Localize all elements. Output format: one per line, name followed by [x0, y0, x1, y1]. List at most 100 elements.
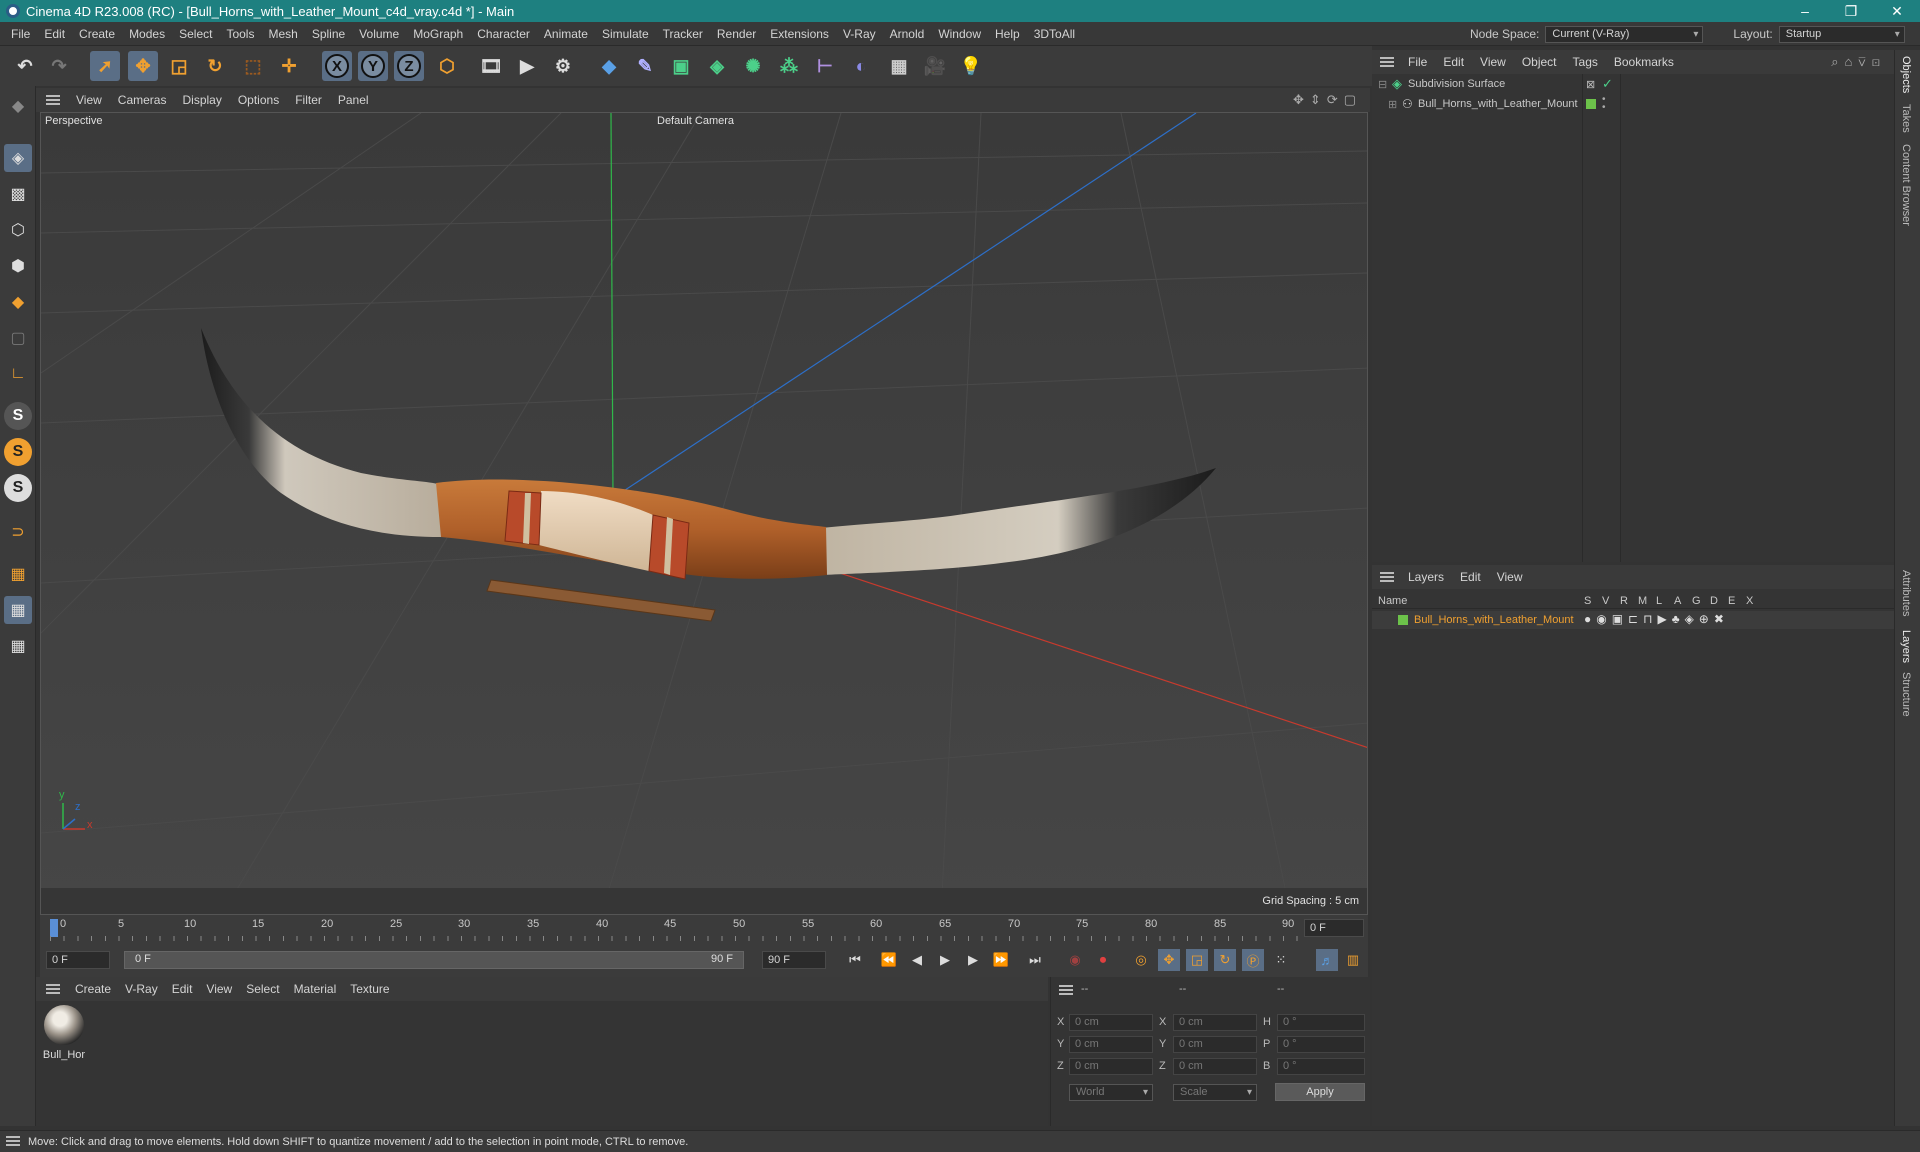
menu-tools[interactable]: Tools	[219, 27, 261, 41]
tab-objects[interactable]: Objects	[1900, 56, 1912, 93]
layer-menu-edit[interactable]: Edit	[1452, 570, 1489, 584]
object-menu-bookmarks[interactable]: Bookmarks	[1606, 55, 1682, 69]
layout-dropdown[interactable]: Startup	[1778, 25, 1905, 43]
material-menu-texture[interactable]: Texture	[343, 982, 396, 996]
z-axis-icon[interactable]: Z	[394, 51, 424, 81]
menu-modes[interactable]: Modes	[122, 27, 172, 41]
select-icon[interactable]: ➚	[90, 51, 120, 81]
visibility-dots-icon[interactable]: • •	[1602, 95, 1606, 113]
menu-help[interactable]: Help	[988, 27, 1027, 41]
snap-s-white-icon[interactable]: S	[4, 474, 32, 502]
object-row[interactable]: ⊟ ◈ Subdivision Surface ⊠ ✓	[1372, 76, 1894, 94]
render-region-icon[interactable]: 🎞	[476, 51, 506, 81]
viewport-menu-options[interactable]: Options	[230, 93, 287, 107]
expand-icon[interactable]: ⊞	[1388, 98, 1397, 111]
restore-button[interactable]: ❐	[1828, 0, 1874, 22]
floor-icon[interactable]: ▦	[884, 51, 914, 81]
tab-takes[interactable]: Takes	[1900, 104, 1912, 133]
points-mode-icon[interactable]: ⬡	[4, 216, 32, 244]
end-frame-field[interactable]: 90 F	[762, 951, 826, 969]
undo-icon[interactable]: ↶	[10, 51, 40, 81]
key-pla-icon[interactable]: ⁙	[1270, 949, 1292, 971]
cube-icon[interactable]: ◆	[594, 51, 624, 81]
menu-volume[interactable]: Volume	[352, 27, 406, 41]
object-menu-view[interactable]: View	[1472, 55, 1514, 69]
current-frame-field[interactable]: 0 F	[1304, 919, 1364, 937]
camera-icon[interactable]: 🎥	[920, 51, 950, 81]
start-frame-field[interactable]: 0 F	[46, 951, 110, 969]
playhead[interactable]	[50, 919, 58, 937]
object-row[interactable]: ⊞ ⚇ Bull_Horns_with_Leather_Mount • •	[1372, 95, 1894, 114]
snap-s-icon[interactable]: S	[4, 402, 32, 430]
scale-icon[interactable]: ◲	[164, 51, 194, 81]
size-y-field[interactable]: 0 cm	[1173, 1036, 1257, 1053]
tab-structure[interactable]: Structure	[1900, 672, 1912, 717]
menu-mesh[interactable]: Mesh	[261, 27, 304, 41]
render-view-icon[interactable]: ▶	[512, 51, 542, 81]
tab-attributes[interactable]: Attributes	[1900, 570, 1912, 616]
cloner-icon[interactable]: ✺	[738, 51, 768, 81]
menu-vray[interactable]: V-Ray	[836, 27, 883, 41]
deformer-icon[interactable]: ◐	[846, 51, 876, 81]
edit-toggle-icon[interactable]: ⊠	[1586, 78, 1595, 91]
menu-file[interactable]: File	[4, 27, 37, 41]
menu-arnold[interactable]: Arnold	[883, 27, 932, 41]
snap-s-orange-icon[interactable]: S	[4, 438, 32, 466]
y-axis-icon[interactable]: Y	[358, 51, 388, 81]
edges-mode-icon[interactable]: ⬢	[4, 252, 32, 280]
motion-icon[interactable]: ♬	[1316, 949, 1338, 971]
menu-window[interactable]: Window	[931, 27, 988, 41]
texture-mode-icon[interactable]: ▢	[4, 324, 32, 352]
tab-content-browser[interactable]: Content Browser	[1900, 144, 1912, 226]
size-z-field[interactable]: 0 cm	[1173, 1058, 1257, 1075]
position-y-field[interactable]: 0 cm	[1069, 1036, 1153, 1053]
rotate-icon[interactable]: ↻	[200, 51, 230, 81]
key-scale-icon[interactable]: ◲	[1186, 949, 1208, 971]
x-axis-icon[interactable]: X	[322, 51, 352, 81]
menu-character[interactable]: Character	[470, 27, 537, 41]
expand-icon[interactable]: ⊟	[1378, 78, 1387, 91]
workplane-icon[interactable]: ▦	[4, 560, 32, 588]
range-slider[interactable]: 0 F 90 F	[124, 951, 744, 969]
transform-icon[interactable]: ✛	[274, 51, 304, 81]
rotation-h-field[interactable]: 0 °	[1277, 1014, 1365, 1031]
menu-edit[interactable]: Edit	[37, 27, 72, 41]
object-manager-tools[interactable]: ⌕⌂⊽⊡	[1831, 54, 1886, 70]
goto-end-icon[interactable]: ⏭	[1024, 949, 1046, 971]
move-icon[interactable]: ✥	[128, 51, 158, 81]
layer-menu-layers[interactable]: Layers	[1400, 570, 1452, 584]
object-menu-icon[interactable]	[1380, 57, 1394, 67]
timeline-icon[interactable]: ▥	[1342, 949, 1364, 971]
close-button[interactable]: ✕	[1874, 0, 1920, 22]
symmetry-icon[interactable]: ⊢	[810, 51, 840, 81]
camera-label[interactable]: Default Camera	[657, 115, 734, 127]
coordinate-system-icon[interactable]: ⬡	[432, 51, 462, 81]
tab-layers[interactable]: Layers	[1900, 630, 1912, 663]
viewport-nav-icons[interactable]: ✥⇕⟳▢	[1293, 92, 1362, 108]
status-menu-icon[interactable]	[6, 1136, 20, 1146]
checker-icon[interactable]: ▩	[4, 180, 32, 208]
menu-render[interactable]: Render	[710, 27, 763, 41]
key-position-icon[interactable]: ✥	[1158, 949, 1180, 971]
menu-mograph[interactable]: MoGraph	[406, 27, 470, 41]
menu-create[interactable]: Create	[72, 27, 122, 41]
minimize-button[interactable]: –	[1782, 0, 1828, 22]
coord-mode-dropdown[interactable]: World	[1069, 1084, 1153, 1101]
material-item[interactable]: Bull_Hor	[42, 1005, 86, 1065]
menu-tracker[interactable]: Tracker	[656, 27, 710, 41]
coord-menu-icon[interactable]	[1059, 985, 1073, 995]
subdivision-icon[interactable]: ▣	[666, 51, 696, 81]
grid-icon[interactable]: ▦	[4, 596, 32, 624]
menu-extensions[interactable]: Extensions	[763, 27, 836, 41]
menu-spline[interactable]: Spline	[305, 27, 352, 41]
object-menu-object[interactable]: Object	[1514, 55, 1565, 69]
size-x-field[interactable]: 0 cm	[1173, 1014, 1257, 1031]
viewport-menu-panel[interactable]: Panel	[330, 93, 377, 107]
goto-start-icon[interactable]: ⏮	[844, 949, 866, 971]
model-mode-icon[interactable]: ◈	[4, 144, 32, 172]
material-menu-icon[interactable]	[46, 984, 60, 994]
render-settings-icon[interactable]: ⚙	[548, 51, 578, 81]
menu-select[interactable]: Select	[172, 27, 219, 41]
light-icon[interactable]: 💡	[956, 51, 986, 81]
record-icon[interactable]: ◉	[1064, 949, 1086, 971]
